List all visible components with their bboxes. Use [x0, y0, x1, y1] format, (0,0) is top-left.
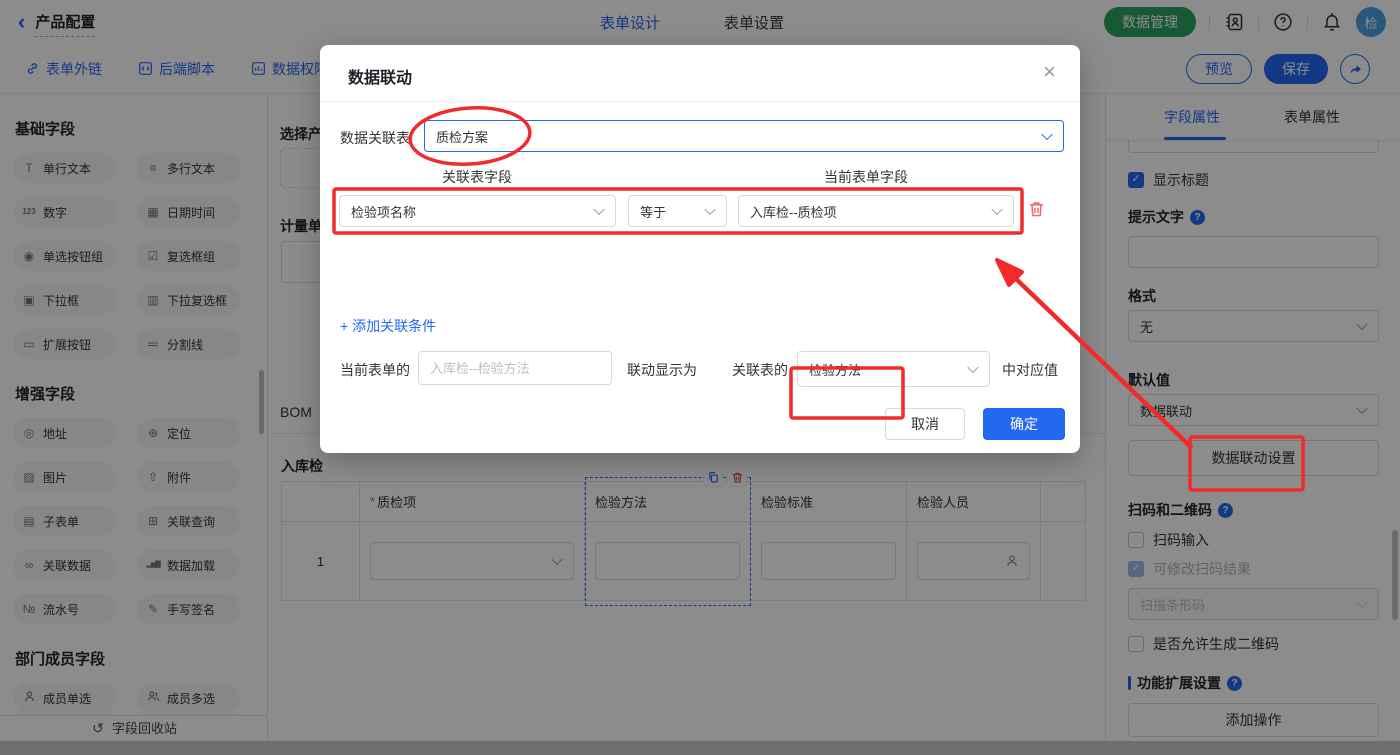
corresponding-value-label: 中对应值	[1002, 362, 1058, 378]
trash-icon	[1029, 202, 1043, 217]
relation-table-select[interactable]: 质检方案	[424, 120, 1064, 152]
relation-table-label: 数据关联表	[340, 130, 410, 146]
chevron-down-icon	[991, 203, 1003, 216]
data-linkage-modal: 数据联动 × 数据关联表 质检方案 关联表字段 当前表单字段 检验项名称 等于 …	[320, 45, 1080, 453]
delete-condition-button[interactable]	[1026, 199, 1046, 221]
chevron-down-icon	[967, 361, 979, 374]
column-header-current-field: 当前表单字段	[824, 169, 908, 185]
confirm-button[interactable]: 确定	[983, 408, 1065, 440]
condition-operator-select[interactable]: 等于	[628, 195, 727, 227]
chevron-down-icon	[593, 203, 605, 216]
modal-header-divider	[320, 101, 1080, 102]
condition-right-field-select[interactable]: 入库检--质检项	[738, 195, 1014, 227]
display-as-label: 联动显示为	[627, 362, 697, 378]
close-icon[interactable]: ×	[1043, 57, 1056, 87]
relation-of-label: 关联表的	[732, 362, 788, 378]
current-form-label: 当前表单的	[340, 362, 410, 378]
relation-field-select[interactable]: 检验方法	[797, 351, 990, 387]
cancel-button[interactable]: 取消	[885, 408, 965, 440]
condition-left-field-select[interactable]: 检验项名称	[339, 195, 616, 227]
modal-title: 数据联动	[348, 70, 413, 87]
chevron-down-icon	[704, 203, 716, 216]
add-condition-link[interactable]: + 添加关联条件	[340, 316, 436, 336]
column-header-relation-field: 关联表字段	[442, 169, 512, 185]
chevron-down-icon	[1041, 128, 1053, 141]
current-field-input	[418, 351, 612, 385]
